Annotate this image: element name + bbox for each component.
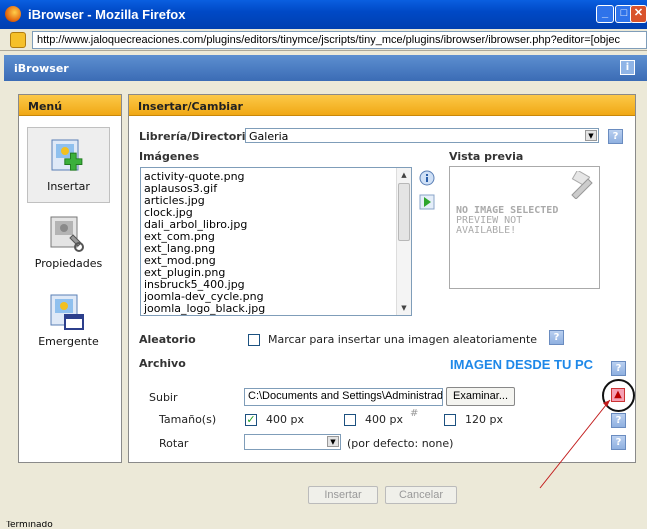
library-help-icon[interactable]: ? [608, 129, 623, 144]
images-label: Imágenes [139, 150, 200, 163]
site-identity-icon[interactable] [10, 32, 26, 48]
status-bar: Terminado [0, 521, 647, 529]
play-arrow-icon[interactable] [419, 194, 435, 210]
annotation-arrow [539, 399, 611, 489]
size-label: Tamaño(s) [159, 413, 217, 426]
random-help-icon[interactable]: ? [549, 330, 564, 345]
preview-line-3: AVAILABLE! [456, 225, 517, 236]
menu-item-insert-label: Insertar [47, 180, 90, 193]
menu-title: Menú [19, 95, 121, 116]
rotate-select[interactable]: ▼ [244, 434, 341, 450]
image-list-item[interactable]: joomla_logo_black.jpg [144, 303, 265, 315]
image-info-icon[interactable] [419, 170, 435, 186]
scroll-up-icon[interactable]: ▲ [397, 168, 411, 182]
insert-button[interactable]: Insertar [308, 486, 378, 504]
images-scrollbar[interactable]: ▲ ▼ [396, 168, 411, 315]
preview-label: Vista previa [449, 150, 524, 163]
preview-box: NO IMAGE SELECTED PREVIEW NOT AVAILABLE! [449, 166, 600, 289]
insert-icon [51, 139, 83, 171]
scroll-down-icon[interactable]: ▼ [397, 301, 411, 315]
file-label: Archivo [139, 357, 186, 370]
library-select-value: Galeria [249, 130, 289, 143]
insert-panel-title: Insertar/Cambiar [129, 95, 635, 116]
rotate-default-text: (por defecto: none) [347, 437, 454, 450]
library-select[interactable]: Galeria ▼ [245, 128, 599, 143]
scroll-thumb[interactable] [398, 183, 410, 241]
random-text: Marcar para insertar una imagen aleatori… [268, 333, 538, 346]
menu-item-popup-label: Emergente [38, 335, 99, 348]
menu-item-properties[interactable]: Propiedades [27, 205, 110, 281]
size-add-icon[interactable]: # [410, 408, 418, 419]
size-120-label: 120 px [465, 413, 503, 426]
properties-icon [50, 216, 84, 252]
info-icon[interactable]: i [620, 60, 635, 75]
library-label: Librería/Directorio [139, 130, 254, 143]
chevron-down-icon: ▼ [327, 436, 339, 447]
browse-button[interactable]: Examinar... [446, 387, 515, 406]
random-label: Aleatorio [139, 333, 196, 346]
url-field[interactable]: http://www.jaloquecreaciones.com/plugins… [32, 31, 647, 49]
rotate-label: Rotar [159, 437, 189, 450]
upload-file-input[interactable]: C:\Documents and Settings\Administrador [244, 388, 443, 406]
window-title: iBrowser - Mozilla Firefox [28, 7, 186, 22]
window-titlebar: iBrowser - Mozilla Firefox _ □ ✕ [0, 0, 647, 29]
menu-item-popup[interactable]: Emergente [27, 283, 110, 359]
file-help-icon[interactable]: ? [611, 361, 626, 376]
address-bar: http://www.jaloquecreaciones.com/plugins… [0, 29, 647, 51]
ibrowser-header: iBrowser i [4, 55, 647, 81]
upload-label: Subir [149, 391, 178, 404]
chevron-down-icon: ▼ [585, 130, 597, 141]
ibrowser-title: iBrowser [14, 62, 69, 75]
minimize-button[interactable]: _ [596, 5, 614, 23]
size-400-checkbox-1[interactable]: ✓ [245, 414, 257, 426]
size-400-label-2: 400 px [365, 413, 403, 426]
size-400-checkbox-2[interactable] [344, 414, 356, 426]
popup-icon [50, 294, 84, 330]
menu-item-properties-label: Propiedades [34, 257, 103, 270]
close-button[interactable]: ✕ [630, 5, 647, 23]
images-list: activity-quote.png aplausos3.gif articles.… [144, 171, 265, 315]
menu-panel: Menú Insertar Propiedades Emergente [18, 94, 122, 463]
random-checkbox[interactable] [248, 334, 260, 346]
no-image-icon [571, 171, 593, 199]
firefox-icon [5, 6, 21, 22]
menu-item-insert[interactable]: Insertar [27, 127, 110, 203]
upload-annotation: IMAGEN DESDE TU PC [450, 357, 594, 372]
images-listbox[interactable]: activity-quote.png aplausos3.gif articles.… [140, 167, 412, 316]
size-120-checkbox[interactable] [444, 414, 456, 426]
size-400-label-1: 400 px [266, 413, 304, 426]
cancel-button[interactable]: Cancelar [385, 486, 457, 504]
